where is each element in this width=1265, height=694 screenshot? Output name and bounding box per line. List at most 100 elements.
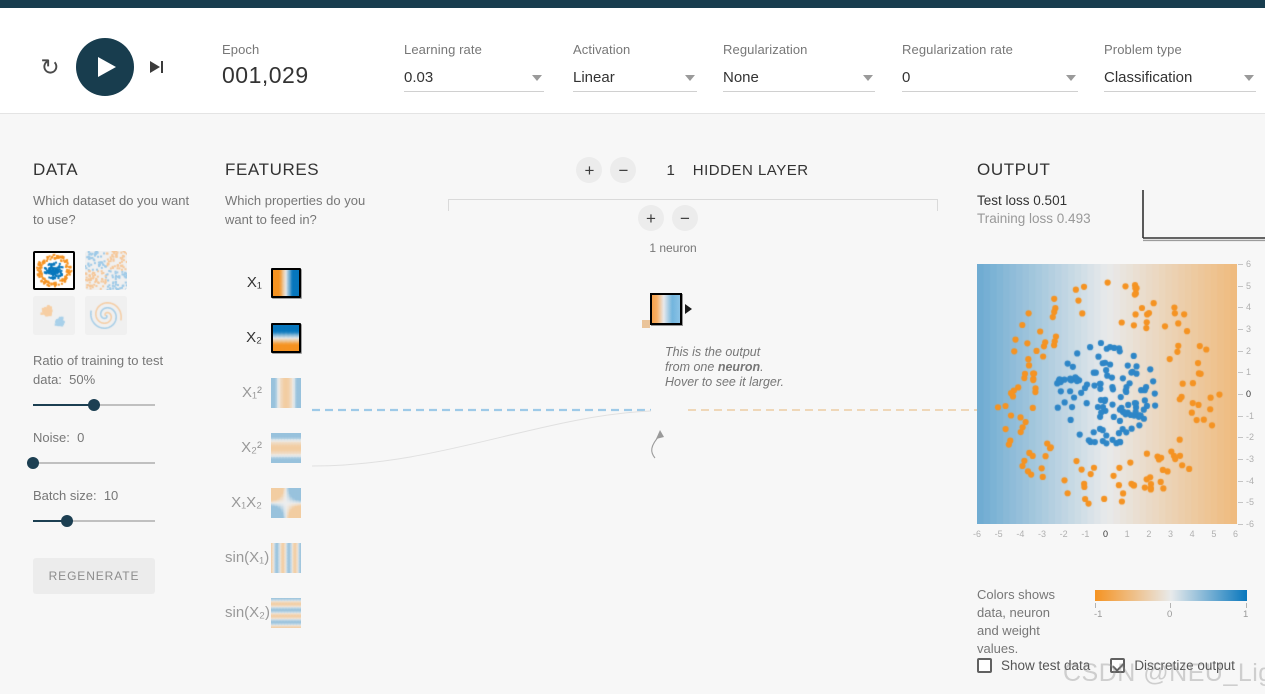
batch-slider-thumb[interactable] (61, 515, 74, 527)
add-neuron-button[interactable]: + (638, 205, 664, 231)
ratio-label: Ratio of training to test data: 50% (33, 353, 164, 387)
heatmap-x-tick: 5 (1211, 529, 1217, 539)
heatmap-y-tick-mark (1238, 307, 1243, 309)
color-legend-bar (1095, 590, 1247, 601)
playground-app: ↻ Epoch 001,029 Learning rate 0.03 Activ… (0, 0, 1265, 694)
legend-tick-zero: 0 (1167, 609, 1173, 620)
heatmap-y-tick: 1 (1246, 367, 1252, 378)
regularization-rate-label: Regularization rate (902, 42, 1014, 57)
dataset-circle[interactable] (33, 251, 75, 290)
feature-sin-x1[interactable]: sin(X₁) (225, 530, 301, 585)
hidden-layer-text: HIDDEN LAYER (692, 161, 809, 179)
regularization-rate-select[interactable]: 0 (902, 69, 1078, 92)
feature-x2-squared[interactable]: X₂² (225, 420, 301, 475)
regularization-select[interactable]: None (723, 69, 875, 92)
remove-layer-button[interactable]: − (610, 157, 637, 183)
feature-sin-x2[interactable]: sin(X₂) (225, 585, 301, 640)
problem-type-value: Classification (1104, 69, 1193, 86)
heatmap-x-tick: 0 (1103, 529, 1109, 539)
play-button[interactable] (76, 38, 134, 96)
regenerate-button[interactable]: REGENERATE (33, 558, 155, 594)
problem-type-select[interactable]: Classification (1104, 69, 1256, 92)
batch-slider[interactable] (33, 514, 155, 528)
legend-tick-pos1: 1 (1243, 609, 1249, 620)
chevron-down-icon (685, 75, 695, 81)
learning-rate-select[interactable]: 0.03 (404, 69, 544, 92)
neuron-bias-indicator[interactable] (642, 320, 650, 328)
regularization-value: None (723, 69, 759, 86)
noise-value: 0 (77, 430, 85, 445)
heatmap-y-tick: -1 (1246, 410, 1255, 421)
heatmap-y-tick: 5 (1246, 280, 1252, 291)
noise-slider[interactable] (27, 456, 155, 470)
noise-slider-group: Noise: 0 (27, 428, 193, 470)
feature-x1[interactable]: X₁ (225, 255, 301, 310)
edge-x2-to-neuron (311, 410, 652, 467)
discretize-output-label: Discretize output (1134, 658, 1235, 673)
output-panel: OUTPUT Test loss 0.501 Training loss 0.4… (973, 160, 1265, 673)
neuron-output-arrow-icon (685, 304, 692, 314)
show-test-data-checkbox[interactable]: Show test data (977, 658, 1090, 673)
feature-x1x2-thumb (271, 487, 301, 518)
learning-rate-value: 0.03 (404, 69, 434, 86)
heatmap-x-tick: 6 (1233, 529, 1239, 539)
problem-type-control: Problem type Classification (1104, 42, 1256, 92)
hidden-layer-count: 1 (666, 161, 675, 179)
feature-x2-squared-label: X₂² (241, 439, 262, 456)
remove-neuron-button[interactable]: − (672, 205, 698, 231)
dataset-xor[interactable] (85, 251, 127, 290)
feature-x2-label: X₂ (246, 329, 262, 346)
feature-x2-squared-thumb (271, 432, 301, 463)
heatmap-x-tick: -2 (1059, 529, 1068, 539)
output-heatmap[interactable] (977, 264, 1237, 524)
feature-sin-x1-thumb (271, 542, 301, 573)
show-test-data-label: Show test data (1001, 658, 1091, 673)
feature-sin-x2-thumb (271, 597, 301, 628)
heatmap-y-tick-mark (1238, 264, 1243, 265)
ratio-slider[interactable] (33, 398, 155, 412)
heatmap-y-tick-mark (1238, 329, 1243, 330)
heatmap-y-tick-mark (1238, 524, 1243, 525)
heatmap-x-tick: -6 (973, 529, 982, 539)
chevron-down-icon (863, 75, 873, 81)
dataset-gauss[interactable] (33, 296, 75, 335)
feature-sin-x1-label: sin(X₁) (225, 549, 270, 566)
step-forward-icon[interactable] (140, 50, 174, 84)
add-layer-button[interactable]: + (576, 157, 603, 183)
hidden-neuron-node[interactable] (650, 293, 682, 325)
heatmap-y-tick: -5 (1246, 497, 1255, 508)
heatmap-x-tick: -3 (1038, 529, 1047, 539)
reset-icon[interactable]: ↻ (32, 49, 68, 85)
batch-label: Batch size: 10 (33, 488, 119, 503)
feature-x1x2-label: X₁X₂ (231, 494, 262, 511)
callout-arrowhead (656, 430, 664, 439)
layer-controls: + − 1 HIDDEN LAYER (420, 155, 965, 185)
heatmap-x-tick: 2 (1146, 529, 1152, 539)
batch-slider-group: Batch size: 10 (33, 486, 193, 528)
heatmap-y-tick: 2 (1246, 345, 1252, 356)
feature-x1-squared-label: X₁² (241, 384, 262, 401)
legend-tick-neg1: -1 (1094, 609, 1103, 620)
regularization-control: Regularization None (723, 42, 875, 92)
ratio-slider-thumb[interactable] (88, 399, 100, 411)
noise-slider-thumb[interactable] (27, 457, 39, 469)
checkbox-box (977, 658, 992, 673)
feature-x2[interactable]: X₂ (225, 310, 301, 365)
output-panel-title: OUTPUT (977, 160, 1051, 179)
features-panel-title: FEATURES (225, 160, 320, 179)
activation-select[interactable]: Linear (573, 69, 697, 92)
network-panel: + − 1 HIDDEN LAYER + − 1 neuron This is … (420, 155, 965, 389)
neuron-controls: + − (638, 205, 698, 231)
chevron-down-icon (1244, 75, 1254, 81)
discretize-output-checkbox[interactable]: Discretize output (1110, 658, 1235, 673)
dataset-spiral[interactable] (85, 296, 127, 335)
regularization-rate-value: 0 (902, 69, 911, 86)
heatmap-y-tick-mark (1238, 285, 1243, 287)
dataset-thumbnails (33, 251, 193, 335)
feature-x1-squared[interactable]: X₁² (225, 365, 301, 420)
loss-curve-chart (1142, 190, 1265, 242)
feature-x1x2[interactable]: X₁X₂ (225, 475, 301, 530)
header-bar: ↻ Epoch 001,029 Learning rate 0.03 Activ… (0, 8, 1265, 114)
learning-rate-label: Learning rate (404, 42, 482, 57)
heatmap-y-tick-mark (1238, 459, 1243, 460)
